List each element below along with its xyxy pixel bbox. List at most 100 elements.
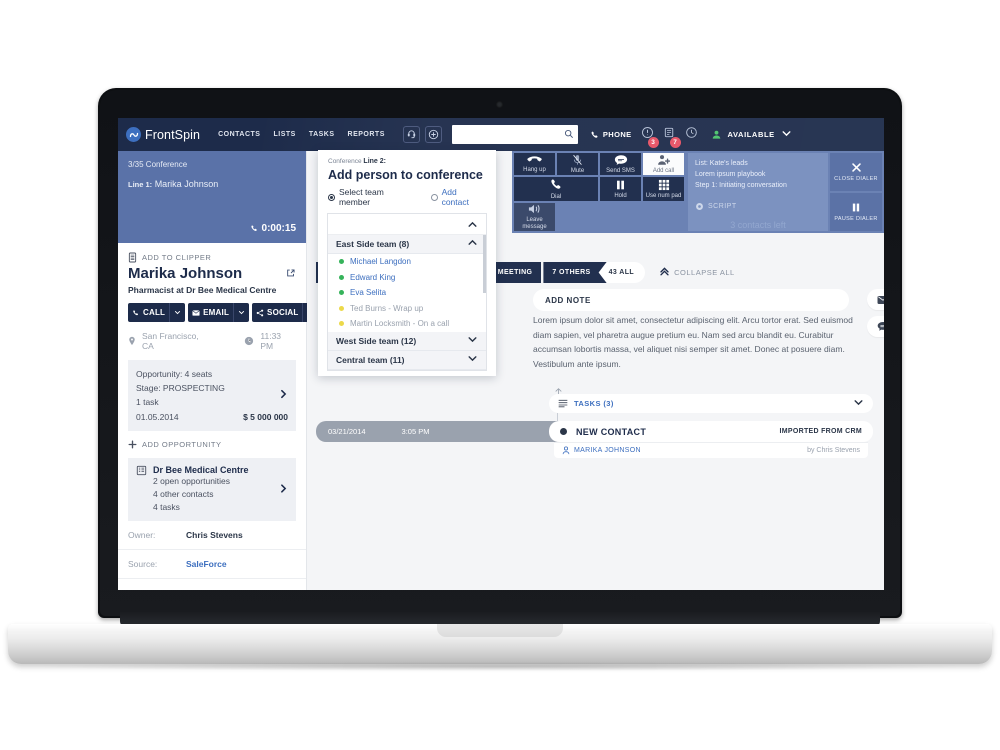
envelope-icon	[877, 295, 884, 304]
list-icon	[558, 399, 568, 408]
open-external-icon[interactable]	[286, 265, 296, 282]
opportunity-line-3: 1 task	[136, 397, 159, 408]
chevron-right-icon[interactable]	[278, 388, 289, 403]
tasks-collapsible-bar[interactable]: TASKS (3)	[549, 394, 873, 413]
team-member-ted-burns[interactable]: Ted Burns - Wrap up	[328, 301, 486, 317]
webcam-icon	[496, 101, 503, 108]
num-pad-button[interactable]: Use num pad	[643, 177, 684, 202]
nav-icon-group	[402, 126, 442, 143]
chevron-down-icon	[781, 126, 792, 144]
email-dropdown-icon[interactable]	[233, 303, 249, 322]
radio-off-icon	[430, 193, 438, 201]
timeline-connector	[557, 413, 558, 421]
nav-link-reports[interactable]: REPORTS	[348, 131, 385, 138]
send-sms-action-button[interactable]: SEND SMS	[867, 316, 884, 337]
status-dot-busy	[339, 321, 344, 327]
team-member-edward-king[interactable]: Edward King	[328, 270, 486, 286]
add-call-label: Add call	[652, 167, 675, 174]
frontspin-app: FrontSpin CONTACTS LISTS TASKS REPORTS P…	[118, 118, 884, 590]
opportunity-amount: $ 5 000 000	[243, 412, 288, 423]
collapse-all-label: COLLAPSE ALL	[674, 268, 735, 277]
contact-meta: San Francisco, CA 11:33 PM	[118, 322, 306, 360]
opportunity-line-2: Stage: PROSPECTING	[136, 383, 225, 394]
call-timer-value: 0:00:15	[261, 223, 296, 234]
company-name: Dr Bee Medical Centre	[153, 465, 249, 476]
search-icon[interactable]	[564, 126, 574, 144]
team-list-collapse-bar[interactable]	[328, 214, 486, 235]
hold-button[interactable]: Hold	[600, 177, 641, 202]
company-line-1: 2 open opportunities	[153, 476, 231, 487]
mute-button[interactable]: Mute	[557, 153, 598, 176]
team-group-east-side[interactable]: East Side team (8)	[328, 235, 486, 254]
plus-circle-icon[interactable]	[424, 126, 442, 143]
add-to-clipper-button[interactable]: ADD TO CLIPPER	[118, 243, 306, 265]
add-call-button[interactable]: Add call	[643, 153, 684, 176]
send-email-button[interactable]: SEND EMAIL	[867, 289, 884, 310]
field-source-value[interactable]: SaleForce	[186, 559, 227, 569]
playbook-panel: List: Kate's leads Lorem ipsum playbook …	[688, 153, 828, 231]
pause-icon	[617, 180, 624, 190]
building-icon	[136, 465, 147, 476]
opportunity-card[interactable]: Opportunity: 4 seats Stage: PROSPECTING …	[128, 360, 296, 432]
headset-icon[interactable]	[402, 126, 420, 143]
share-icon	[256, 309, 264, 316]
email-button[interactable]: EMAIL	[188, 303, 250, 322]
timeline-event-row[interactable]: NEW CONTACT IMPORTED FROM CRM	[549, 421, 873, 442]
radio-select-team-member[interactable]: Select team member	[328, 187, 417, 207]
collapse-all-button[interactable]: COLLAPSE ALL	[659, 266, 735, 279]
company-line-3: 4 tasks	[153, 501, 180, 512]
notifications-icon[interactable]: 3	[641, 126, 659, 148]
chevron-up-icon	[467, 235, 478, 253]
clock-icon[interactable]	[685, 126, 698, 144]
call-dropdown-icon[interactable]	[169, 303, 185, 322]
script-button[interactable]: SCRIPT	[695, 202, 821, 211]
nav-link-lists[interactable]: LISTS	[273, 131, 295, 138]
chevron-down-icon[interactable]	[853, 395, 864, 413]
field-source-key: Source:	[128, 559, 158, 570]
team-group-west-side-label: West Side team (12)	[336, 335, 417, 346]
add-opportunity-button[interactable]: ADD OPPORTUNITY	[118, 431, 306, 458]
team-group-central[interactable]: Central team (11)	[328, 350, 486, 370]
company-card[interactable]: Dr Bee Medical Centre 2 open opportuniti…	[128, 458, 296, 522]
dial-button[interactable]: Dial	[514, 177, 598, 202]
search-input[interactable]	[455, 129, 564, 140]
nav-link-tasks[interactable]: TASKS	[309, 131, 335, 138]
timeline-date: 03/21/2014	[328, 427, 366, 436]
tab-all[interactable]: 43 ALL	[597, 262, 646, 283]
team-member-name: Eva Selita	[350, 288, 387, 298]
messages-icon[interactable]: 7	[663, 126, 681, 148]
availability-selector[interactable]: AVAILABLE	[711, 126, 792, 144]
contact-local-time: 11:33 PM	[260, 331, 282, 351]
tab-others[interactable]: 7 OTHERS	[543, 262, 606, 283]
team-member-martin-locksmith[interactable]: Martin Locksmith - On a call	[328, 316, 486, 332]
radio-add-contact[interactable]: Add contact	[430, 187, 486, 207]
timeline-person[interactable]: MARIKA JOHNSON	[574, 447, 641, 454]
dropdown-kicker-prefix: Conference	[328, 158, 362, 165]
dropdown-scrollbar[interactable]	[483, 235, 486, 293]
plus-icon	[128, 440, 137, 449]
chevron-right-icon[interactable]	[278, 481, 289, 499]
add-person-dropdown: Conference Line 2: Add person to confere…	[318, 150, 496, 376]
team-group-west-side[interactable]: West Side team (12)	[328, 331, 486, 351]
conference-line-contact: Marika Johnson	[154, 179, 219, 189]
company-line-2: 4 other contacts	[153, 488, 214, 499]
close-dialer-button[interactable]: CLOSE DIALER	[830, 153, 882, 191]
send-sms-button[interactable]: Send SMS	[600, 153, 641, 176]
leave-message-button[interactable]: Leave message	[514, 203, 555, 231]
add-note-field[interactable]: ADD NOTE	[533, 289, 849, 311]
conference-line: Line 1: Marika Johnson	[128, 179, 296, 189]
team-member-eva-selita[interactable]: Eva Selita	[328, 285, 486, 301]
phone-button[interactable]: PHONE	[590, 130, 632, 140]
contact-name-row: Marika Johnson	[118, 265, 306, 282]
team-member-michael-langdon[interactable]: Michael Langdon	[328, 254, 486, 270]
call-button[interactable]: CALL	[128, 303, 186, 322]
laptop-mockup: FrontSpin CONTACTS LISTS TASKS REPORTS P…	[0, 0, 1000, 750]
nav-link-contacts[interactable]: CONTACTS	[218, 131, 260, 138]
brand-logo[interactable]: FrontSpin	[126, 127, 200, 142]
hangup-button[interactable]: Hang up	[514, 153, 555, 176]
laptop-screen: FrontSpin CONTACTS LISTS TASKS REPORTS P…	[118, 118, 884, 590]
status-dot-available	[339, 274, 344, 280]
pause-dialer-button[interactable]: PAUSE DIALER	[830, 193, 882, 231]
search-box[interactable]	[451, 125, 578, 144]
brand-name: FrontSpin	[145, 127, 201, 142]
